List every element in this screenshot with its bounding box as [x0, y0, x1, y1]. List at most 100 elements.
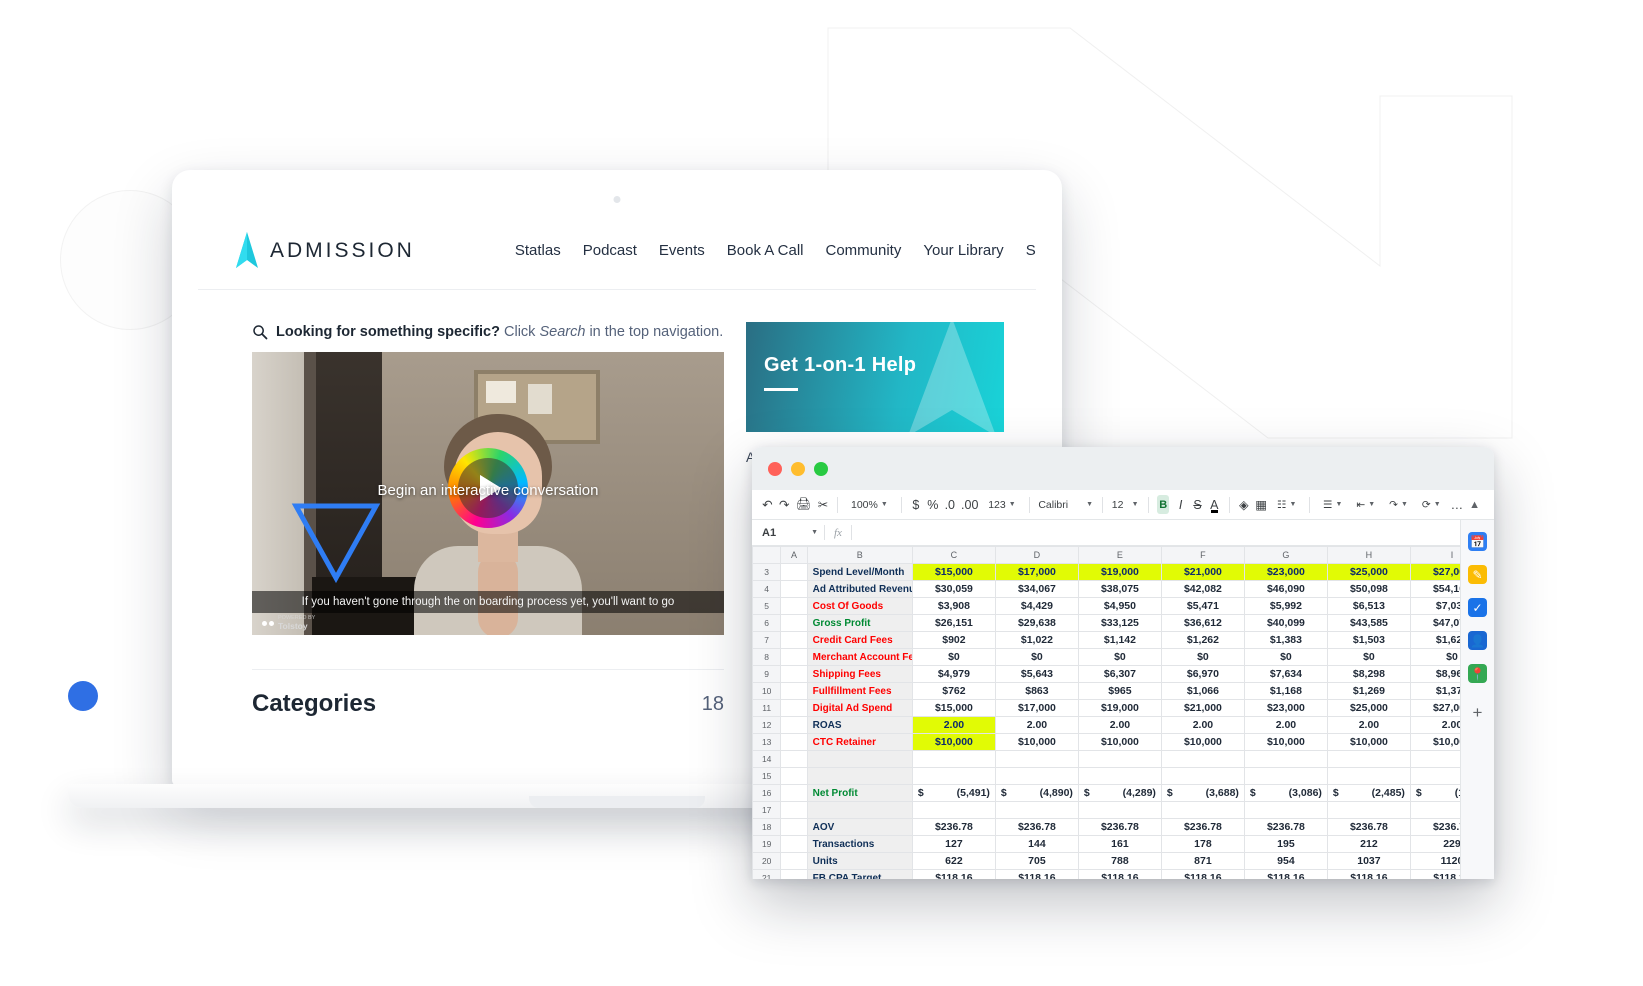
data-cell[interactable]: $1,503: [1326, 631, 1411, 649]
more-toolbar-options-icon[interactable]: …: [1451, 496, 1464, 513]
data-cell[interactable]: [1326, 767, 1411, 785]
column-header-f[interactable]: F: [1160, 546, 1245, 564]
row-header[interactable]: 3: [752, 563, 782, 581]
strikethrough-button[interactable]: S: [1192, 496, 1203, 513]
name-box[interactable]: A1 ▼: [752, 527, 824, 539]
data-cell[interactable]: $10,000: [1160, 733, 1245, 751]
row-label-cell[interactable]: AOV: [806, 818, 913, 836]
table-row[interactable]: 4 Ad Attributed Revenue $30,059 $34,067 $38,…: [752, 580, 1494, 598]
table-row[interactable]: 21 FB CPA Target $118.16 $118.16 $118.16 $118…: [752, 869, 1494, 879]
video-player[interactable]: Begin an interactive conversation If you…: [252, 352, 724, 635]
row-label-cell[interactable]: Gross Profit: [806, 614, 913, 632]
data-cell[interactable]: [1077, 750, 1162, 768]
data-cell[interactable]: $863: [994, 682, 1079, 700]
promo-banner[interactable]: Get 1-on-1 Help: [746, 322, 1004, 432]
contacts-icon[interactable]: 👤: [1468, 631, 1487, 650]
data-cell[interactable]: $5,643: [994, 665, 1079, 683]
data-cell[interactable]: 954: [1243, 852, 1328, 870]
cell-a[interactable]: [780, 614, 808, 632]
row-header[interactable]: 4: [752, 580, 782, 598]
data-cell[interactable]: 2.00: [911, 716, 996, 734]
data-cell[interactable]: $8,298: [1326, 665, 1411, 683]
data-cell[interactable]: $ (3,688): [1160, 784, 1245, 802]
cell-a[interactable]: [780, 852, 808, 870]
table-row[interactable]: 14: [752, 750, 1494, 768]
table-row[interactable]: 19 Transactions 127 144 161 178 195 212 229: [752, 835, 1494, 853]
row-header[interactable]: 19: [752, 835, 782, 853]
row-label-cell[interactable]: FB CPA Target: [806, 869, 913, 879]
horizontal-align-button[interactable]: ☰ ▼: [1319, 498, 1346, 512]
data-cell[interactable]: $26,151: [911, 614, 996, 632]
data-cell[interactable]: $762: [911, 682, 996, 700]
data-cell[interactable]: $0: [1160, 648, 1245, 666]
row-header[interactable]: 17: [752, 801, 782, 819]
data-cell[interactable]: 2.00: [1077, 716, 1162, 734]
data-cell[interactable]: $5,992: [1243, 597, 1328, 615]
row-label-cell[interactable]: Fullfillment Fees: [806, 682, 913, 700]
cell-a[interactable]: [780, 801, 808, 819]
data-cell[interactable]: [1243, 801, 1328, 819]
row-header[interactable]: 20: [752, 852, 782, 870]
column-header-e[interactable]: E: [1077, 546, 1162, 564]
table-row[interactable]: 15: [752, 767, 1494, 785]
data-cell[interactable]: $ (4,289): [1077, 784, 1162, 802]
table-row[interactable]: 3 Spend Level/Month $15,000 $17,000 $19,000 $…: [752, 563, 1494, 581]
data-cell[interactable]: $ (3,086): [1243, 784, 1328, 802]
data-cell[interactable]: [1160, 801, 1245, 819]
data-cell[interactable]: 871: [1160, 852, 1245, 870]
print-icon[interactable]: 🖨: [796, 496, 812, 513]
data-cell[interactable]: $0: [911, 648, 996, 666]
cell-a[interactable]: [780, 597, 808, 615]
data-cell[interactable]: 195: [1243, 835, 1328, 853]
data-cell[interactable]: $21,000: [1160, 563, 1245, 581]
row-header[interactable]: 7: [752, 631, 782, 649]
redo-icon[interactable]: ↷: [779, 496, 790, 513]
data-cell[interactable]: $23,000: [1243, 699, 1328, 717]
table-row[interactable]: 7 Credit Card Fees $902 $1,022 $1,142 $1,262 $…: [752, 631, 1494, 649]
data-cell[interactable]: $1,262: [1160, 631, 1245, 649]
data-cell[interactable]: $236.78: [1160, 818, 1245, 836]
row-label-cell[interactable]: Digital Ad Spend: [806, 699, 913, 717]
data-cell[interactable]: $4,950: [1077, 597, 1162, 615]
cell-a[interactable]: [780, 869, 808, 879]
cell-a[interactable]: [780, 835, 808, 853]
table-row[interactable]: 17: [752, 801, 1494, 819]
data-cell[interactable]: $1,142: [1077, 631, 1162, 649]
data-cell[interactable]: $10,000: [994, 733, 1079, 751]
row-label-cell[interactable]: Units: [806, 852, 913, 870]
row-header[interactable]: 8: [752, 648, 782, 666]
data-cell[interactable]: $5,471: [1160, 597, 1245, 615]
row-header[interactable]: 9: [752, 665, 782, 683]
data-cell[interactable]: $236.78: [911, 818, 996, 836]
data-cell[interactable]: $40,099: [1243, 614, 1328, 632]
row-header[interactable]: 18: [752, 818, 782, 836]
row-label-cell[interactable]: [806, 750, 913, 768]
data-cell[interactable]: 2.00: [1243, 716, 1328, 734]
function-icon[interactable]: fx: [825, 527, 851, 539]
data-cell[interactable]: $7,634: [1243, 665, 1328, 683]
row-label-cell[interactable]: Net Profit: [806, 784, 913, 802]
data-cell[interactable]: [1077, 767, 1162, 785]
row-label-cell[interactable]: Transactions: [806, 835, 913, 853]
data-cell[interactable]: $17,000: [994, 699, 1079, 717]
data-cell[interactable]: $30,059: [911, 580, 996, 598]
data-cell[interactable]: $36,612: [1160, 614, 1245, 632]
data-cell[interactable]: [1243, 750, 1328, 768]
column-header-b[interactable]: B: [806, 546, 913, 564]
cell-a[interactable]: [780, 665, 808, 683]
data-cell[interactable]: $25,000: [1326, 563, 1411, 581]
data-cell[interactable]: 2.00: [1326, 716, 1411, 734]
nav-item-search[interactable]: Search: [1026, 242, 1036, 259]
data-cell[interactable]: [1160, 750, 1245, 768]
row-header[interactable]: 10: [752, 682, 782, 700]
data-cell[interactable]: [1077, 801, 1162, 819]
data-cell[interactable]: [994, 750, 1079, 768]
cell-a[interactable]: [780, 580, 808, 598]
row-header[interactable]: 12: [752, 716, 782, 734]
bold-button[interactable]: B: [1157, 495, 1170, 514]
table-row[interactable]: 11 Digital Ad Spend $15,000 $17,000 $19,000 $…: [752, 699, 1494, 717]
text-color-button[interactable]: A: [1209, 496, 1220, 513]
row-label-cell[interactable]: Merchant Account Fees: [806, 648, 913, 666]
column-header-c[interactable]: C: [911, 546, 996, 564]
data-cell[interactable]: $3,908: [911, 597, 996, 615]
